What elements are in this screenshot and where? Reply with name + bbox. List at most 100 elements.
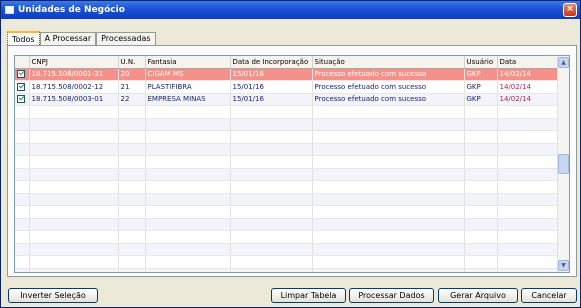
- empty-cell: [230, 268, 313, 272]
- empty-cell: [230, 168, 313, 181]
- empty-cell: [15, 205, 30, 219]
- empty-cell: [230, 143, 313, 156]
- empty-cell: [230, 155, 313, 169]
- data-cell: 14/02/14: [497, 68, 560, 81]
- empty-cell: [145, 243, 231, 256]
- empty-cell: [230, 243, 313, 256]
- empty-cell: [312, 130, 465, 144]
- empty-cell: [118, 143, 146, 156]
- empty-row: [15, 168, 560, 181]
- table-row[interactable]: 18.715.508/0002-12 21 PLASTIFIBRA 15/01/…: [15, 80, 560, 94]
- empty-cell: [118, 218, 146, 231]
- business-units-grid[interactable]: CNPJ U.N. Fantasia Data de Incorporação …: [14, 55, 570, 273]
- row-checkbox-cell[interactable]: [15, 80, 30, 94]
- empty-cell: [118, 118, 146, 131]
- vertical-scrollbar[interactable]: ▲ ▼: [557, 56, 569, 272]
- empty-cell: [230, 193, 313, 206]
- empty-cell: [230, 230, 313, 244]
- situacao-cell: Processo efetuado com sucesso: [312, 93, 465, 106]
- empty-cell: [464, 230, 498, 244]
- empty-row: [15, 105, 560, 119]
- checkbox-checked-icon[interactable]: [17, 95, 25, 104]
- empty-cell: [464, 218, 498, 231]
- scroll-up-icon[interactable]: ▲: [558, 57, 569, 68]
- row-checkbox-cell[interactable]: [15, 68, 30, 81]
- empty-cell: [145, 118, 231, 131]
- checkbox-checked-icon[interactable]: [17, 82, 25, 91]
- empty-cell: [497, 255, 560, 269]
- usuario-cell: GKP: [464, 68, 498, 81]
- column-header-data[interactable]: Data: [497, 56, 560, 69]
- invert-selection-button[interactable]: Inverter Seleção: [8, 288, 98, 303]
- empty-cell: [15, 218, 30, 231]
- fantasia-cell: EMPRESA MINAS: [145, 93, 231, 106]
- empty-cell: [145, 130, 231, 144]
- empty-row: [15, 155, 560, 169]
- empty-cell: [497, 193, 560, 206]
- process-data-button[interactable]: Processar Dados: [349, 288, 434, 303]
- empty-cell: [497, 268, 560, 272]
- tab-strip: Todos A Processar Processadas: [7, 31, 156, 45]
- empty-cell: [15, 168, 30, 181]
- generate-file-button[interactable]: Gerar Arquivo: [438, 288, 518, 303]
- window-title: Unidades de Negócio: [18, 5, 125, 15]
- clear-table-button[interactable]: Limpar Tabela: [271, 288, 346, 303]
- tab-todos[interactable]: Todos: [7, 31, 40, 45]
- close-button[interactable]: ×: [563, 3, 577, 17]
- empty-cell: [29, 143, 119, 156]
- tab-processadas[interactable]: Processadas: [96, 32, 156, 45]
- empty-cell: [15, 143, 30, 156]
- column-header-usuario[interactable]: Usuário: [464, 56, 498, 69]
- column-header-situacao[interactable]: Situação: [312, 56, 465, 69]
- empty-cell: [145, 218, 231, 231]
- empty-cell: [29, 193, 119, 206]
- empty-cell: [118, 193, 146, 206]
- empty-cell: [118, 268, 146, 272]
- empty-cell: [464, 118, 498, 131]
- empty-cell: [29, 218, 119, 231]
- column-header-un[interactable]: U.N.: [118, 56, 146, 69]
- cnpj-cell: 18.715.508/0003-01: [29, 93, 119, 106]
- cancel-button[interactable]: Cancelar: [521, 288, 577, 303]
- empty-cell: [118, 130, 146, 144]
- empty-cell: [497, 243, 560, 256]
- empty-cell: [15, 105, 30, 119]
- column-header-data-incorporacao[interactable]: Data de Incorporação: [230, 56, 313, 69]
- fantasia-cell: PLASTIFIBRA: [145, 80, 231, 94]
- empty-cell: [497, 118, 560, 131]
- empty-row: [15, 193, 560, 206]
- empty-cell: [145, 268, 231, 272]
- empty-cell: [464, 130, 498, 144]
- column-header-check[interactable]: [15, 56, 30, 69]
- scroll-thumb[interactable]: [558, 154, 569, 174]
- tab-a-processar[interactable]: A Processar: [39, 32, 97, 45]
- empty-row: [15, 243, 560, 256]
- situacao-cell: Processo efetuado com sucesso: [312, 80, 465, 94]
- empty-cell: [497, 105, 560, 119]
- empty-cell: [145, 143, 231, 156]
- empty-cell: [118, 243, 146, 256]
- table-row[interactable]: 18.715.508/0001-31 20 CIGAM MS 15/01/16 …: [15, 68, 560, 81]
- checkbox-checked-icon[interactable]: [17, 70, 25, 79]
- title-bar[interactable]: Unidades de Negócio ×: [1, 1, 580, 19]
- row-checkbox-cell[interactable]: [15, 93, 30, 106]
- column-header-fantasia[interactable]: Fantasia: [145, 56, 231, 69]
- empty-cell: [145, 255, 231, 269]
- data-cell: 14/02/14: [497, 80, 560, 94]
- empty-row: [15, 255, 560, 269]
- situacao-cell: Processo efetuado com sucesso: [312, 68, 465, 81]
- empty-cell: [29, 105, 119, 119]
- scroll-down-icon[interactable]: ▼: [558, 260, 569, 271]
- empty-cell: [15, 155, 30, 169]
- column-header-cnpj[interactable]: CNPJ: [29, 56, 119, 69]
- empty-cell: [15, 268, 30, 272]
- business-units-window: Unidades de Negócio × Todos A Processar …: [0, 0, 581, 308]
- grid-body: 18.715.508/0001-31 20 CIGAM MS 15/01/16 …: [15, 68, 560, 272]
- empty-row: [15, 130, 560, 144]
- table-row[interactable]: 18.715.508/0003-01 22 EMPRESA MINAS 15/0…: [15, 93, 560, 106]
- un-cell: 20: [118, 68, 146, 81]
- empty-cell: [118, 168, 146, 181]
- empty-cell: [15, 193, 30, 206]
- empty-cell: [312, 243, 465, 256]
- empty-cell: [29, 168, 119, 181]
